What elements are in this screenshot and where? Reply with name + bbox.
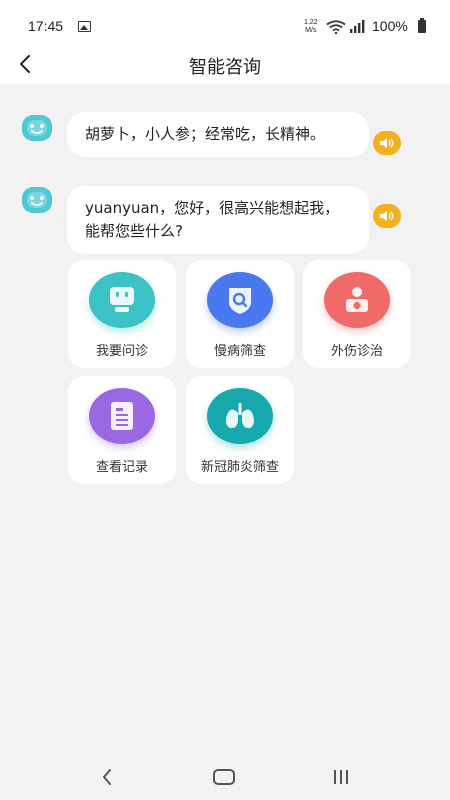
- nav-back-button[interactable]: [96, 766, 118, 788]
- card-label: 我要问诊: [95, 344, 148, 359]
- network-speed-value: 1.22: [304, 19, 318, 26]
- recent-apps-icon: [334, 770, 348, 784]
- speaker-icon: [380, 211, 394, 221]
- bot-avatar: [21, 114, 53, 142]
- message-bubble: 胡萝卜，小人参；经常吃，长精神。: [67, 112, 369, 157]
- bot-face-icon: [22, 187, 52, 213]
- play-audio-button[interactable]: [373, 131, 401, 155]
- card-label: 慢病筛查: [213, 344, 266, 359]
- network-speed-unit: M/s: [305, 27, 317, 34]
- chat-content: 胡萝卜，小人参；经常吃，长精神。 yuanyuan，您好，很高兴能想起我，能帮您…: [0, 84, 450, 754]
- battery-percent: 100%: [372, 18, 408, 34]
- speaker-icon: [380, 138, 394, 148]
- covid-screening-card[interactable]: 新冠肺炎筛查: [186, 376, 294, 484]
- page-title: 智能咨询: [189, 57, 261, 78]
- title-bar: 智能咨询: [0, 44, 450, 84]
- card-label: 新冠肺炎筛查: [200, 460, 279, 475]
- status-bar: 17:45 1.22 M/s 100%: [0, 0, 450, 44]
- nav-recent-apps-button[interactable]: [330, 766, 352, 788]
- message-text: yuanyuan，您好，很高兴能想起我，能帮您些什么?: [85, 199, 340, 240]
- network-speed: 1.22 M/s: [304, 19, 318, 35]
- card-label: 外伤诊治: [330, 344, 383, 359]
- status-time: 17:45: [28, 18, 64, 34]
- trauma-card[interactable]: 外伤诊治: [303, 260, 411, 368]
- robot-icon: [89, 272, 155, 328]
- patient-icon: [324, 272, 390, 328]
- search-shield-icon: [207, 272, 273, 328]
- records-card[interactable]: 查看记录: [68, 376, 176, 484]
- message-text: 胡萝卜，小人参；经常吃，长精神。: [85, 125, 326, 143]
- consult-card[interactable]: 我要问诊: [68, 260, 176, 368]
- document-icon: [89, 388, 155, 444]
- battery-icon: [418, 18, 426, 33]
- gallery-notification-icon: [78, 21, 91, 32]
- nav-home-button[interactable]: [213, 769, 235, 785]
- nav-back-icon: [103, 769, 111, 785]
- message-bubble: yuanyuan，您好，很高兴能想起我，能帮您些什么?: [67, 186, 369, 254]
- bot-face-icon: [22, 115, 52, 141]
- chronic-screening-card[interactable]: 慢病筛查: [186, 260, 294, 368]
- wifi-icon: [326, 20, 346, 34]
- card-label: 查看记录: [95, 460, 148, 475]
- bot-avatar: [21, 186, 53, 214]
- system-nav-bar: [0, 754, 450, 800]
- signal-icon: [350, 20, 365, 33]
- play-audio-button[interactable]: [373, 204, 401, 228]
- lungs-icon: [207, 388, 273, 444]
